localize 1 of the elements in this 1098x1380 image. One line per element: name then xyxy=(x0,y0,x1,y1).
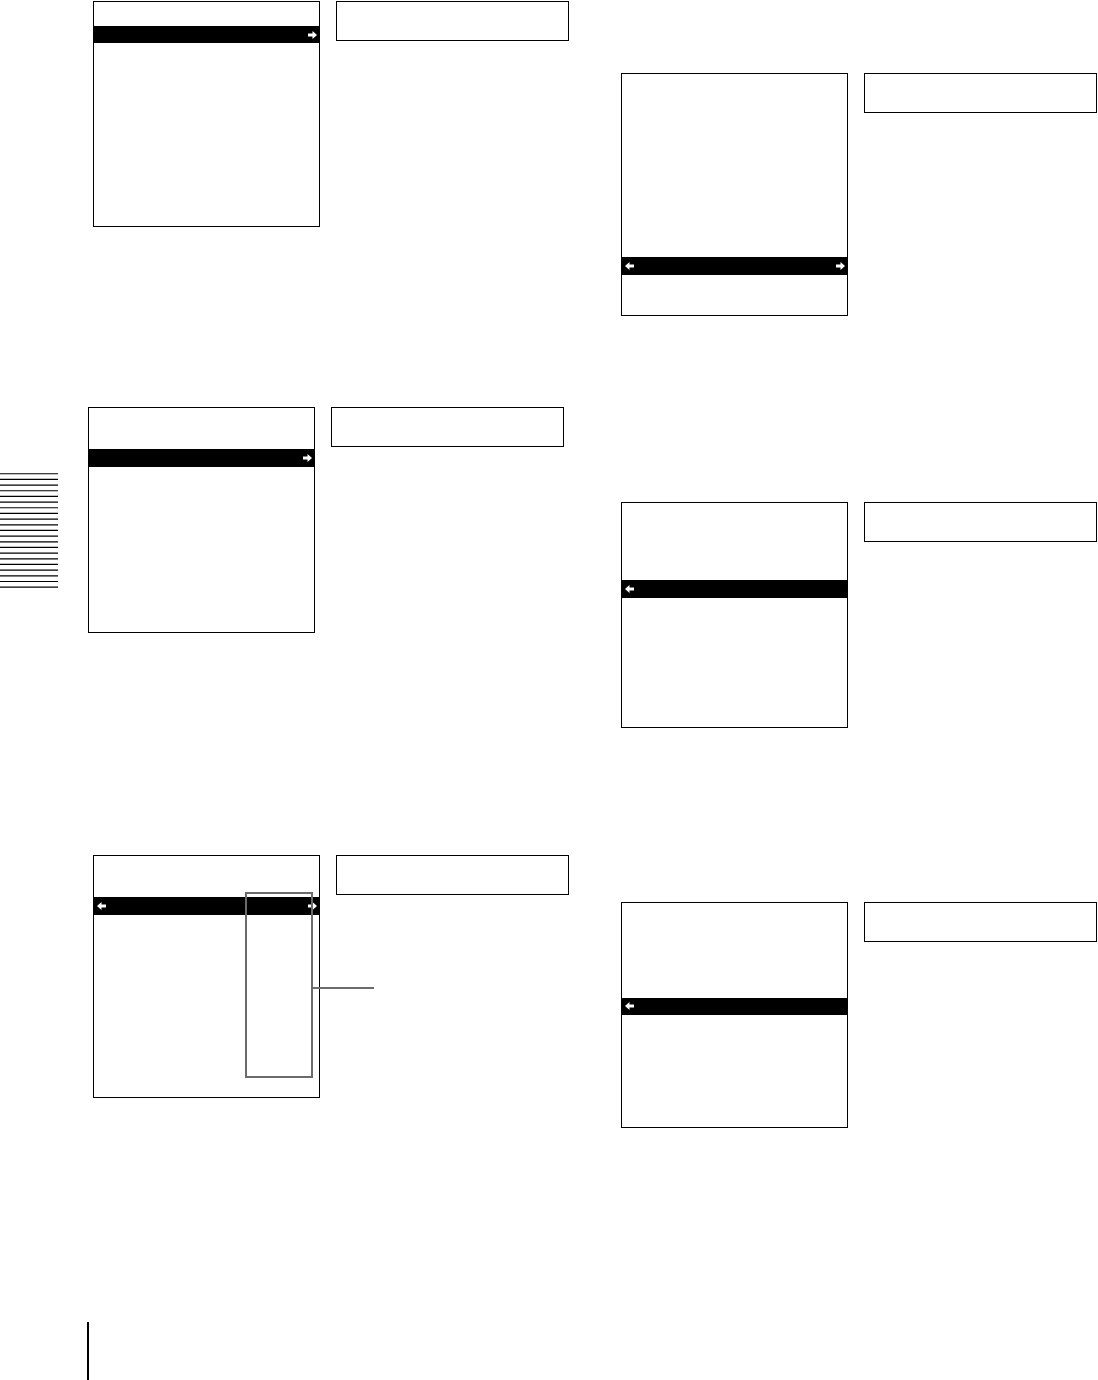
leader-line xyxy=(313,986,374,989)
